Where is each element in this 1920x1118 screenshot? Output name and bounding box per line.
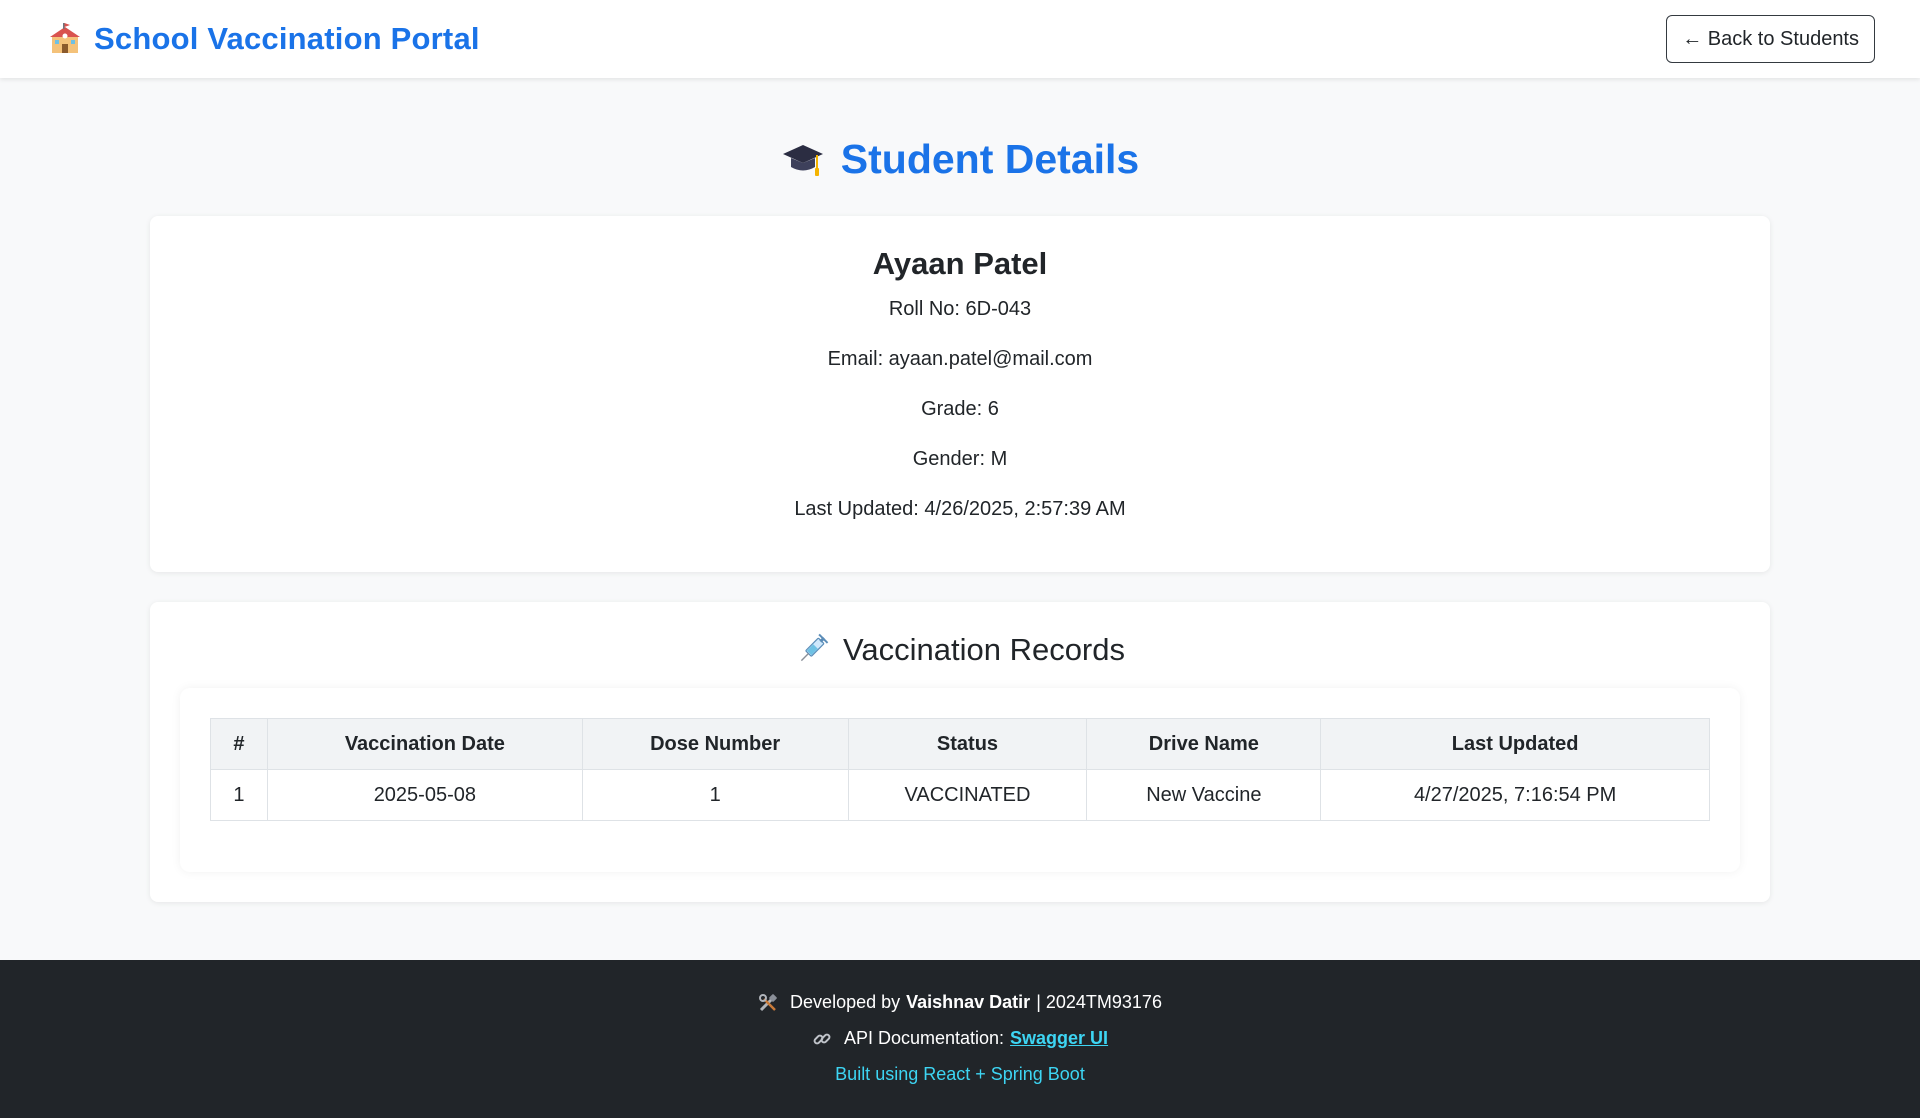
table-cell: 4/27/2025, 7:16:54 PM [1320, 769, 1710, 821]
student-grade: Grade: 6 [921, 398, 999, 420]
student-roll: Roll No: 6D-043 [888, 298, 1032, 320]
records-heading: Vaccination Records [150, 632, 1770, 668]
brand[interactable]: School Vaccination Portal [48, 21, 480, 57]
api-doc-prefix: API Documentation: [843, 1028, 1005, 1048]
vaccination-records-table: # Vaccination Date Dose Number Status Dr… [210, 718, 1710, 821]
graduation-cap-icon [781, 138, 825, 182]
table-cell: VACCINATED [847, 769, 1088, 821]
student-name: Ayaan Patel [872, 246, 1048, 281]
top-navbar: School Vaccination Portal ← Back to Stud… [0, 0, 1920, 78]
swagger-ui-link[interactable]: Swagger UI [1010, 1028, 1108, 1049]
column-header: Drive Name [1086, 718, 1322, 770]
tools-icon [758, 993, 778, 1013]
footer-built-with: Built using React + Spring Boot [835, 1064, 1085, 1084]
student-email: Email: ayaan.patel@mail.com [827, 348, 1093, 370]
link-icon [812, 1029, 832, 1049]
column-header: Status [847, 718, 1088, 770]
student-info-card: Ayaan Patel Roll No: 6D-043 Email: ayaan… [150, 216, 1770, 572]
portal-title: School Vaccination Portal [94, 21, 480, 56]
footer: Developed by Vaishnav Datir | 2024TM9317… [0, 960, 1920, 1118]
school-icon [48, 22, 82, 56]
records-table-container: # Vaccination Date Dose Number Status Dr… [180, 688, 1740, 872]
table-cell: 1 [210, 769, 268, 821]
table-row: 1 2025-05-08 1 VACCINATED New Vaccine 4/… [210, 769, 1710, 821]
developer-id: | 2024TM93176 [1036, 992, 1162, 1012]
column-header: # [210, 718, 268, 770]
table-header-row: # Vaccination Date Dose Number Status Dr… [210, 718, 1710, 770]
page-heading: Student Details [0, 136, 1920, 183]
developer-name: Vaishnav Datir [906, 992, 1031, 1012]
table-cell: New Vaccine [1086, 769, 1322, 821]
footer-developer-line: Developed by Vaishnav Datir | 2024TM9317… [0, 992, 1920, 1013]
column-header: Dose Number [581, 718, 849, 770]
syringe-icon [795, 633, 829, 667]
vaccination-records-card: Vaccination Records # Vaccination Date D… [150, 602, 1770, 902]
student-last-updated: Last Updated: 4/26/2025, 2:57:39 AM [794, 498, 1126, 520]
records-title: Vaccination Records [842, 632, 1125, 667]
table-cell: 1 [581, 769, 849, 821]
student-gender: Gender: M [912, 448, 1008, 470]
footer-api-line: API Documentation: Swagger UI [0, 1028, 1920, 1049]
developer-prefix: Developed by [790, 992, 901, 1012]
page-title: Student Details [840, 136, 1140, 182]
table-cell: 2025-05-08 [266, 769, 583, 821]
back-to-students-button[interactable]: ← Back to Students [1666, 15, 1875, 63]
column-header: Last Updated [1320, 718, 1710, 770]
column-header: Vaccination Date [266, 718, 583, 770]
